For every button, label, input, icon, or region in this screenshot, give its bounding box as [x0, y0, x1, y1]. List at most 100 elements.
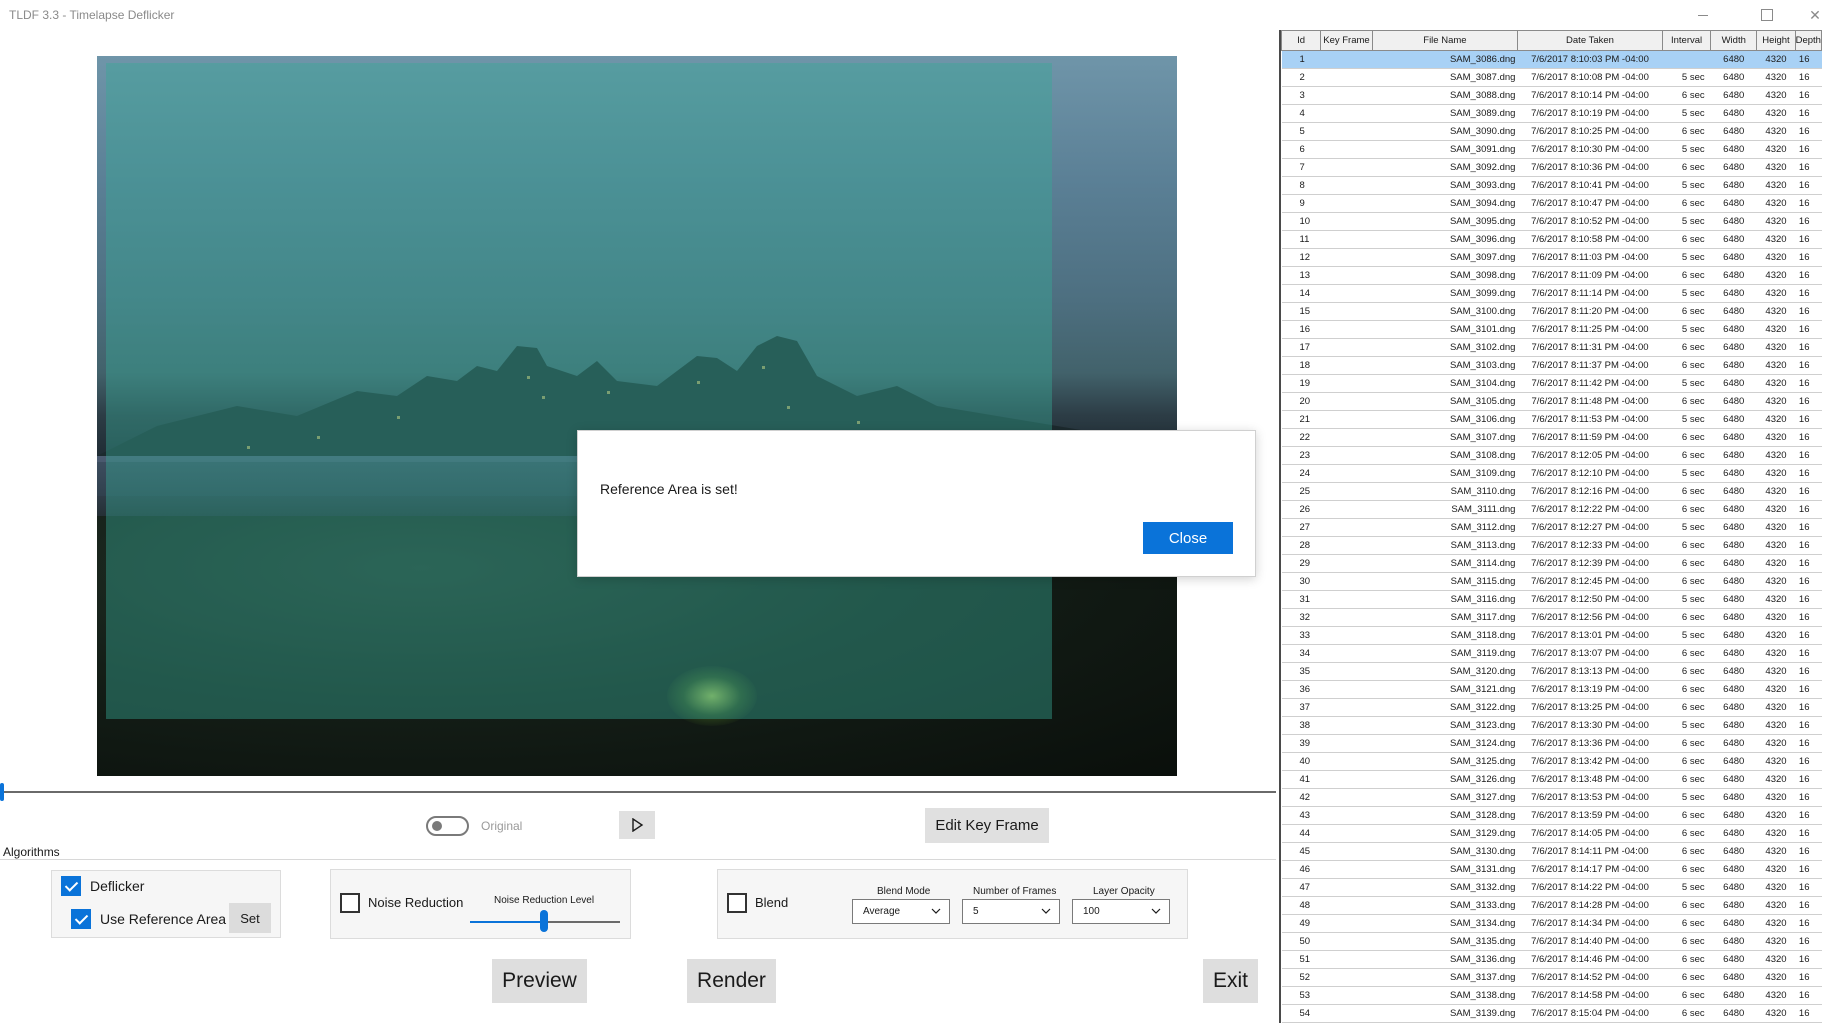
- table-row[interactable]: 6 SAM_3091.dng 7/6/2017 8:10:30 PM -04:00 5…: [1281, 140, 1822, 159]
- table-row[interactable]: 16 SAM_3101.dng 7/6/2017 8:11:25 PM -04:00…: [1281, 320, 1822, 339]
- table-row[interactable]: 21 SAM_3106.dng 7/6/2017 8:11:53 PM -04:00…: [1281, 410, 1822, 429]
- cell-date-taken: 7/6/2017 8:14:40 PM -04:00: [1517, 932, 1663, 951]
- table-row[interactable]: 1 SAM_3086.dng 7/6/2017 8:10:03 PM -04:00 6…: [1281, 50, 1822, 69]
- table-row[interactable]: 29 SAM_3114.dng 7/6/2017 8:12:39 PM -04:00…: [1281, 554, 1822, 573]
- table-row[interactable]: 23 SAM_3108.dng 7/6/2017 8:12:05 PM -04:00…: [1281, 446, 1822, 465]
- column-header-depth[interactable]: Depth: [1794, 30, 1822, 51]
- layer-opacity-select[interactable]: 100: [1072, 899, 1170, 924]
- table-row[interactable]: 28 SAM_3113.dng 7/6/2017 8:12:33 PM -04:00…: [1281, 536, 1822, 555]
- edit-key-frame-button[interactable]: Edit Key Frame: [925, 808, 1049, 843]
- cell-height: 4320: [1756, 266, 1796, 285]
- table-row[interactable]: 4 SAM_3089.dng 7/6/2017 8:10:19 PM -04:00 5…: [1281, 104, 1822, 123]
- reference-area-overlay[interactable]: [106, 63, 1052, 719]
- table-row[interactable]: 7 SAM_3092.dng 7/6/2017 8:10:36 PM -04:00 6…: [1281, 158, 1822, 177]
- table-row[interactable]: 31 SAM_3116.dng 7/6/2017 8:12:50 PM -04:00…: [1281, 590, 1822, 609]
- column-header-interval[interactable]: Interval: [1662, 30, 1712, 51]
- table-row[interactable]: 32 SAM_3117.dng 7/6/2017 8:12:56 PM -04:00…: [1281, 608, 1822, 627]
- table-row[interactable]: 30 SAM_3115.dng 7/6/2017 8:12:45 PM -04:00…: [1281, 572, 1822, 591]
- deflicker-checkbox[interactable]: [61, 876, 81, 896]
- table-row[interactable]: 44 SAM_3129.dng 7/6/2017 8:14:05 PM -04:00…: [1281, 824, 1822, 843]
- table-row[interactable]: 11 SAM_3096.dng 7/6/2017 8:10:58 PM -04:00…: [1281, 230, 1822, 249]
- table-row[interactable]: 9 SAM_3094.dng 7/6/2017 8:10:47 PM -04:00 6…: [1281, 194, 1822, 213]
- column-header-id[interactable]: Id: [1281, 30, 1322, 51]
- table-row[interactable]: 22 SAM_3107.dng 7/6/2017 8:11:59 PM -04:00…: [1281, 428, 1822, 447]
- preview-image[interactable]: [97, 56, 1177, 776]
- table-row[interactable]: 20 SAM_3105.dng 7/6/2017 8:11:48 PM -04:00…: [1281, 392, 1822, 411]
- table-row[interactable]: 8 SAM_3093.dng 7/6/2017 8:10:41 PM -04:00 5…: [1281, 176, 1822, 195]
- cell-date-taken: 7/6/2017 8:14:34 PM -04:00: [1517, 914, 1663, 933]
- table-row[interactable]: 27 SAM_3112.dng 7/6/2017 8:12:27 PM -04:00…: [1281, 518, 1822, 537]
- table-row[interactable]: 40 SAM_3125.dng 7/6/2017 8:13:42 PM -04:00…: [1281, 752, 1822, 771]
- table-row[interactable]: 52 SAM_3137.dng 7/6/2017 8:14:52 PM -04:00…: [1281, 968, 1822, 987]
- cell-file-name: SAM_3092.dng: [1372, 158, 1518, 177]
- close-window-button[interactable]: ✕: [1792, 0, 1822, 30]
- table-row[interactable]: 26 SAM_3111.dng 7/6/2017 8:12:22 PM -04:00…: [1281, 500, 1822, 519]
- table-row[interactable]: 49 SAM_3134.dng 7/6/2017 8:14:34 PM -04:00…: [1281, 914, 1822, 933]
- blend-checkbox[interactable]: [727, 893, 747, 913]
- dialog-close-button[interactable]: Close: [1143, 522, 1233, 554]
- table-row[interactable]: 33 SAM_3118.dng 7/6/2017 8:13:01 PM -04:00…: [1281, 626, 1822, 645]
- table-row[interactable]: 34 SAM_3119.dng 7/6/2017 8:13:07 PM -04:00…: [1281, 644, 1822, 663]
- table-row[interactable]: 53 SAM_3138.dng 7/6/2017 8:14:58 PM -04:00…: [1281, 986, 1822, 1005]
- table-row[interactable]: 3 SAM_3088.dng 7/6/2017 8:10:14 PM -04:00 6…: [1281, 86, 1822, 105]
- table-row[interactable]: 12 SAM_3097.dng 7/6/2017 8:11:03 PM -04:00…: [1281, 248, 1822, 267]
- column-header-height[interactable]: Height: [1756, 30, 1796, 51]
- table-row[interactable]: 35 SAM_3120.dng 7/6/2017 8:13:13 PM -04:00…: [1281, 662, 1822, 681]
- table-row[interactable]: 17 SAM_3102.dng 7/6/2017 8:11:31 PM -04:00…: [1281, 338, 1822, 357]
- table-row[interactable]: 41 SAM_3126.dng 7/6/2017 8:13:48 PM -04:00…: [1281, 770, 1822, 789]
- table-row[interactable]: 38 SAM_3123.dng 7/6/2017 8:13:30 PM -04:00…: [1281, 716, 1822, 735]
- file-table-panel[interactable]: Id Key Frame File Name Date Taken Interval Wi…: [1279, 30, 1822, 1023]
- cell-file-name: SAM_3086.dng: [1372, 50, 1518, 69]
- blend-mode-select[interactable]: Average: [852, 899, 950, 924]
- maximize-button[interactable]: [1744, 0, 1790, 30]
- noise-reduction-checkbox[interactable]: [340, 893, 360, 913]
- column-header-date-taken[interactable]: Date Taken: [1516, 30, 1664, 51]
- cell-id: 32: [1281, 608, 1321, 627]
- use-reference-area-checkbox[interactable]: [71, 909, 91, 929]
- table-row[interactable]: 19 SAM_3104.dng 7/6/2017 8:11:42 PM -04:00…: [1281, 374, 1822, 393]
- cell-height: 4320: [1756, 392, 1796, 411]
- exit-button[interactable]: Exit: [1203, 959, 1258, 1003]
- table-row[interactable]: 43 SAM_3128.dng 7/6/2017 8:13:59 PM -04:00…: [1281, 806, 1822, 825]
- table-row[interactable]: 42 SAM_3127.dng 7/6/2017 8:13:53 PM -04:00…: [1281, 788, 1822, 807]
- table-row[interactable]: 18 SAM_3103.dng 7/6/2017 8:11:37 PM -04:00…: [1281, 356, 1822, 375]
- table-row[interactable]: 46 SAM_3131.dng 7/6/2017 8:14:17 PM -04:00…: [1281, 860, 1822, 879]
- preview-button[interactable]: Preview: [492, 959, 587, 1003]
- table-row[interactable]: 14 SAM_3099.dng 7/6/2017 8:11:14 PM -04:00…: [1281, 284, 1822, 303]
- play-button[interactable]: [619, 811, 655, 839]
- table-row[interactable]: 2 SAM_3087.dng 7/6/2017 8:10:08 PM -04:00 5…: [1281, 68, 1822, 87]
- table-row[interactable]: 10 SAM_3095.dng 7/6/2017 8:10:52 PM -04:00…: [1281, 212, 1822, 231]
- column-header-width[interactable]: Width: [1710, 30, 1758, 51]
- table-row[interactable]: 47 SAM_3132.dng 7/6/2017 8:14:22 PM -04:00…: [1281, 878, 1822, 897]
- table-row[interactable]: 36 SAM_3121.dng 7/6/2017 8:13:19 PM -04:00…: [1281, 680, 1822, 699]
- table-row[interactable]: 39 SAM_3124.dng 7/6/2017 8:13:36 PM -04:00…: [1281, 734, 1822, 753]
- column-header-file-name[interactable]: File Name: [1371, 30, 1518, 51]
- cell-width: 6480: [1710, 626, 1757, 645]
- number-of-frames-select[interactable]: 5: [962, 899, 1060, 924]
- table-row[interactable]: 24 SAM_3109.dng 7/6/2017 8:12:10 PM -04:00…: [1281, 464, 1822, 483]
- cell-width: 6480: [1710, 716, 1757, 735]
- timeline-slider-track[interactable]: [0, 791, 1276, 793]
- cell-interval: 5 sec: [1662, 878, 1711, 897]
- table-row[interactable]: 51 SAM_3136.dng 7/6/2017 8:14:46 PM -04:00…: [1281, 950, 1822, 969]
- table-row[interactable]: 37 SAM_3122.dng 7/6/2017 8:13:25 PM -04:00…: [1281, 698, 1822, 717]
- table-row[interactable]: 13 SAM_3098.dng 7/6/2017 8:11:09 PM -04:00…: [1281, 266, 1822, 285]
- table-row[interactable]: 50 SAM_3135.dng 7/6/2017 8:14:40 PM -04:00…: [1281, 932, 1822, 951]
- set-reference-button[interactable]: Set: [229, 903, 271, 933]
- table-row[interactable]: 15 SAM_3100.dng 7/6/2017 8:11:20 PM -04:00…: [1281, 302, 1822, 321]
- table-row[interactable]: 45 SAM_3130.dng 7/6/2017 8:14:11 PM -04:00…: [1281, 842, 1822, 861]
- column-header-key-frame[interactable]: Key Frame: [1320, 30, 1373, 51]
- noise-reduction-slider-thumb[interactable]: [539, 910, 548, 932]
- cell-id: 24: [1281, 464, 1321, 483]
- table-row[interactable]: 54 SAM_3139.dng 7/6/2017 8:15:04 PM -04:00…: [1281, 1004, 1822, 1023]
- render-button[interactable]: Render: [687, 959, 776, 1003]
- cell-date-taken: 7/6/2017 8:11:25 PM -04:00: [1517, 320, 1663, 339]
- timeline-slider-thumb[interactable]: [0, 783, 4, 801]
- cell-height: 4320: [1756, 662, 1796, 681]
- table-row[interactable]: 5 SAM_3090.dng 7/6/2017 8:10:25 PM -04:00 6…: [1281, 122, 1822, 141]
- table-row[interactable]: 48 SAM_3133.dng 7/6/2017 8:14:28 PM -04:00…: [1281, 896, 1822, 915]
- table-row[interactable]: 25 SAM_3110.dng 7/6/2017 8:12:16 PM -04:00…: [1281, 482, 1822, 501]
- cell-id: 6: [1281, 140, 1321, 159]
- minimize-button[interactable]: [1680, 0, 1726, 30]
- original-toggle[interactable]: [426, 816, 469, 836]
